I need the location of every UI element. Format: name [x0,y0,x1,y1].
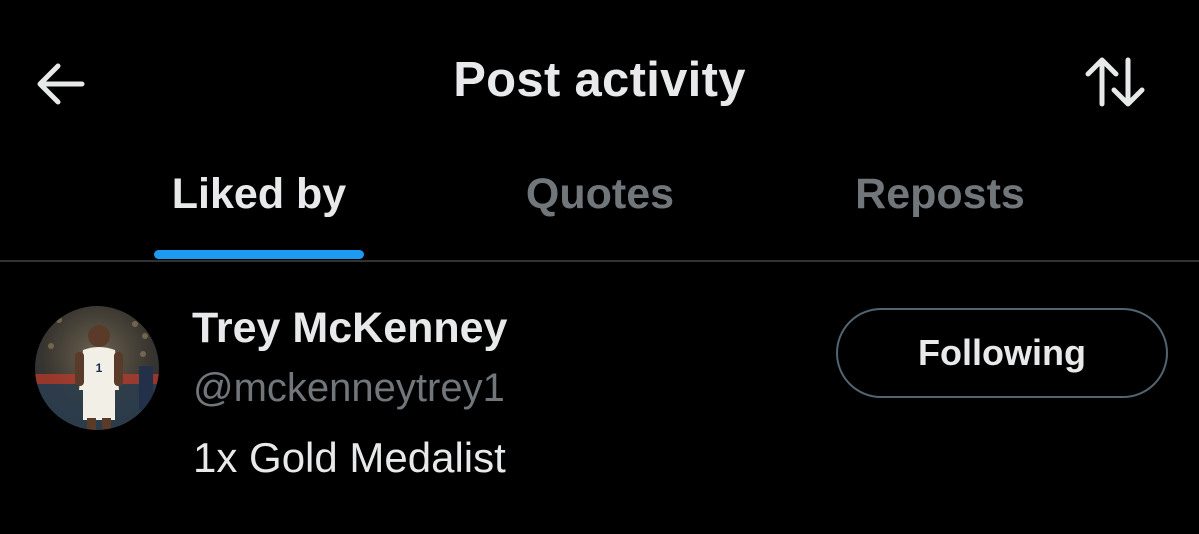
tab-label: Quotes [525,170,675,218]
following-button[interactable]: Following [836,308,1168,398]
tab-label: Reposts [855,170,1025,218]
activity-tabs: Liked by Quotes Reposts [0,150,1199,262]
sort-arrows-icon [1085,57,1145,107]
active-tab-indicator [154,250,364,259]
avatar[interactable]: 1 [35,306,159,430]
user-list-item[interactable]: 1 Trey McKenney @mckenneytrey1 1x Gold M… [0,262,1199,534]
tab-liked-by[interactable]: Liked by [154,150,364,262]
svg-text:1: 1 [96,361,103,375]
user-bio: 1x Gold Medalist [193,434,506,481]
sort-button[interactable] [1080,50,1150,114]
basketball-player-photo: 1 [35,306,159,430]
post-activity-screen: Post activity Liked by Quotes Reposts 1 … [0,0,1199,534]
user-display-name[interactable]: Trey McKenney [192,304,507,353]
tab-label: Liked by [171,170,347,218]
page-title: Post activity [453,53,746,107]
user-handle[interactable]: @mckenneytrey1 [193,366,505,411]
tab-reposts[interactable]: Reposts [820,150,1060,262]
header: Post activity [0,0,1199,150]
tab-quotes[interactable]: Quotes [490,150,710,262]
